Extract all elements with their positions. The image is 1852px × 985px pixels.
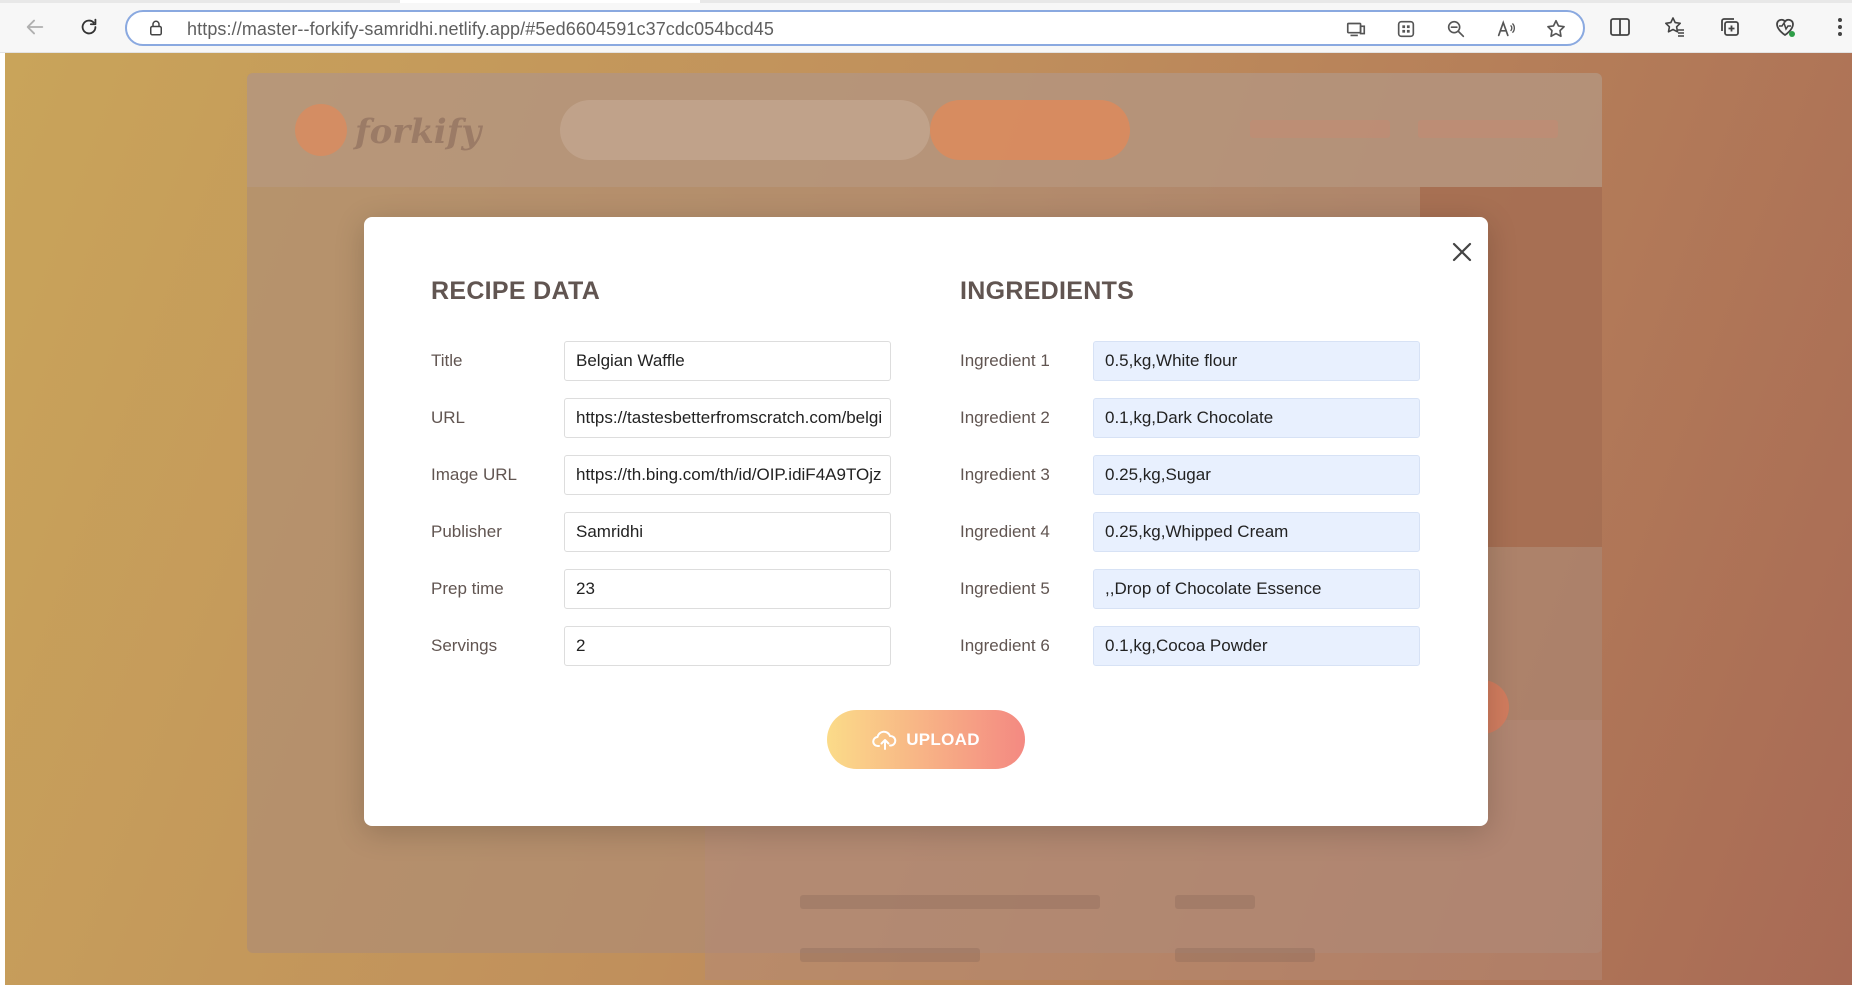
split-screen-icon[interactable] [1608,15,1632,39]
prep-time-label: Prep time [431,579,504,598]
recipe-data-heading: RECIPE DATA [431,277,601,305]
back-button[interactable] [20,12,50,42]
url-text[interactable]: https://master--forkify-samridhi.netlify… [187,19,774,40]
ingredient-5-label: Ingredient 5 [960,579,1050,598]
ingredient-2-input[interactable]: 0.1,kg,Dark Chocolate [1093,398,1420,438]
address-bar[interactable]: https://master--forkify-samridhi.netlify… [125,10,1585,46]
active-tab[interactable] [400,0,700,3]
more-menu-icon[interactable] [1830,15,1850,39]
url-input[interactable]: https://tastesbetterfromscratch.com/belg… [564,398,891,438]
forkify-logo-icon [295,104,347,156]
reload-icon [81,18,97,35]
add-recipe-modal: RECIPE DATA INGREDIENTS Title Belgian Wa… [364,217,1488,826]
image-url-label: Image URL [431,465,517,484]
ingredient-6-input[interactable]: 0.1,kg,Cocoa Powder [1093,626,1420,666]
cloud-upload-icon [872,730,897,750]
background-bookmarks-link [1418,120,1558,138]
publisher-input[interactable]: Samridhi [564,512,891,552]
reload-button[interactable] [74,12,104,42]
browser-essentials-icon[interactable] [1773,15,1797,39]
background-search-button [930,100,1130,160]
url-host: https://master--forkify-samridhi.netlify… [187,19,521,39]
favorite-star-icon[interactable] [1545,18,1567,40]
ingredient-1-label: Ingredient 1 [960,351,1050,370]
zoom-out-icon[interactable] [1445,18,1467,40]
forkify-logo-text: forkify [355,112,482,152]
back-arrow-icon [26,19,44,35]
ingredient-3-input[interactable]: 0.25,kg,Sugar [1093,455,1420,495]
url-label: URL [431,408,466,427]
ingredient-6-label: Ingredient 6 [960,636,1050,655]
extensions-grid-icon[interactable] [1395,18,1417,40]
ingredients-heading: INGREDIENTS [960,277,1135,305]
url-path: /#5ed6604591c37cdc054bcd45 [520,19,774,39]
ingredient-1-input[interactable]: 0.5,kg,White flour [1093,341,1420,381]
background-ingredient-line [1175,895,1255,909]
image-url-input[interactable]: https://th.bing.com/th/id/OIP.idiF4A9TOj… [564,455,891,495]
close-icon[interactable] [1447,237,1477,267]
lock-icon[interactable] [147,19,165,37]
servings-label: Servings [431,636,498,655]
ingredient-4-input[interactable]: 0.25,kg,Whipped Cream [1093,512,1420,552]
background-ingredient-line [1175,948,1315,962]
collections-icon[interactable] [1718,15,1742,39]
favorites-icon[interactable] [1663,15,1687,39]
ingredient-2-label: Ingredient 2 [960,408,1050,427]
prep-time-input[interactable]: 23 [564,569,891,609]
tab-strip [0,0,1852,3]
publisher-label: Publisher [431,522,502,541]
ingredient-3-label: Ingredient 3 [960,465,1050,484]
background-search-input [560,100,930,160]
ingredient-5-input[interactable]: ,,Drop of Chocolate Essence [1093,569,1420,609]
servings-input[interactable]: 2 [564,626,891,666]
app-available-icon[interactable] [1345,18,1367,40]
ingredient-4-label: Ingredient 4 [960,522,1050,541]
read-aloud-icon[interactable] [1495,18,1517,40]
upload-label: UPLOAD [906,729,980,749]
background-ingredient-line [800,895,1100,909]
title-label: Title [431,351,463,370]
browser-toolbar: https://master--forkify-samridhi.netlify… [0,0,1852,53]
title-input[interactable]: Belgian Waffle [564,341,891,381]
background-ingredient-line [800,948,980,962]
background-add-recipe-link [1250,120,1390,138]
upload-button[interactable]: UPLOAD [827,710,1025,769]
